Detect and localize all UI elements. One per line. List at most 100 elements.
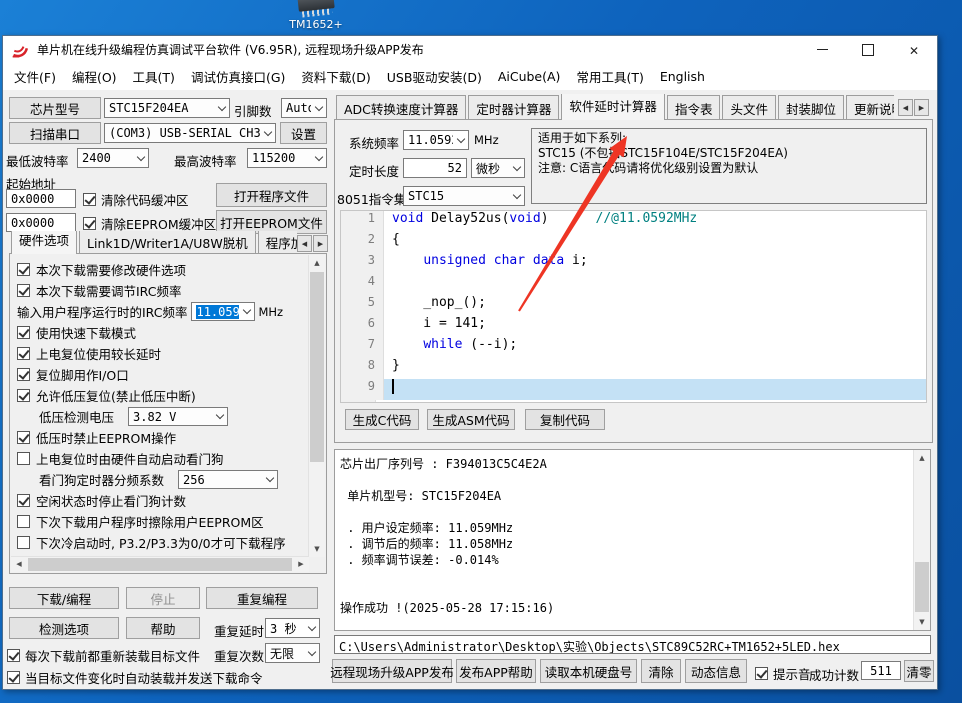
reset-count-button[interactable]: 清零: [904, 660, 934, 682]
menu-downloads[interactable]: 资料下载(D): [293, 63, 378, 90]
code-editor[interactable]: 1 void Delay52us(void) //@11.0592MHz 2{3 u…: [340, 210, 927, 403]
clear-log-button[interactable]: 清除: [641, 659, 681, 683]
option-combo[interactable]: 256: [178, 470, 279, 489]
option-modify-hw[interactable]: 本次下载需要修改硬件选项: [17, 259, 306, 280]
open-program-file-button[interactable]: 打开程序文件: [216, 183, 327, 207]
option-erase-eeprom-next[interactable]: 下次下载用户程序时擦除用户EEPROM区: [17, 511, 306, 532]
delay-length-input[interactable]: 52: [403, 158, 467, 178]
code-start-address-input[interactable]: 0x0000: [6, 189, 76, 208]
scroll-right-icon[interactable]: [293, 556, 309, 572]
copy-code-button[interactable]: 复制代码: [525, 409, 605, 430]
tab-hardware-options[interactable]: 硬件选项: [11, 231, 78, 254]
left-tabs-scroll-right-icon[interactable]: [313, 235, 328, 252]
instruction-set-combo[interactable]: STC15: [403, 186, 525, 206]
option-lvd-voltage[interactable]: 低压检测电压 3.82 V: [17, 406, 306, 427]
chevron-down-icon: [133, 149, 148, 167]
options-horizontal-scrollbar[interactable]: [11, 556, 309, 572]
eeprom-start-address-input[interactable]: 0x0000: [6, 213, 76, 232]
system-freq-combo[interactable]: 11.0592: [403, 130, 469, 150]
menu-program[interactable]: 编程(O): [64, 63, 125, 90]
dynamic-info-button[interactable]: 动态信息: [685, 659, 747, 683]
operation-log-box[interactable]: 芯片出厂序列号 : F394013C5C4E2A 单片机型号: STC15F20…: [334, 449, 931, 631]
read-disk-id-button[interactable]: 读取本机硬盘号: [540, 659, 637, 683]
scroll-left-icon[interactable]: [11, 556, 27, 572]
tab-adc-calculator[interactable]: ADC转换速度计算器: [336, 95, 467, 120]
maximize-button[interactable]: [845, 36, 891, 63]
option-idle-stop-wdt[interactable]: 空闲状态时停止看门狗计数: [17, 490, 306, 511]
option-adjust-irc[interactable]: 本次下载需要调节IRC频率: [17, 280, 306, 301]
menu-aicube[interactable]: AiCube(A): [490, 65, 569, 88]
help-button[interactable]: 帮助: [126, 617, 200, 639]
clear-code-buffer-checkbox[interactable]: 清除代码缓冲区: [83, 190, 189, 209]
scrollbar-thumb[interactable]: [28, 558, 292, 571]
publish-app-help-button[interactable]: 发布APP帮助: [456, 659, 536, 683]
options-vertical-scrollbar[interactable]: [308, 255, 325, 557]
scroll-down-icon[interactable]: [309, 541, 325, 557]
target-file-path-input[interactable]: C:\Users\Administrator\Desktop\实验\Object…: [334, 635, 931, 654]
option-lv-eeprom-disable[interactable]: 低压时禁止EEPROM操作: [17, 427, 306, 448]
tab-package-pinout[interactable]: 封装脚位: [777, 95, 844, 120]
check-options-button[interactable]: 检测选项: [9, 617, 119, 639]
scroll-up-icon[interactable]: [309, 255, 325, 271]
scroll-up-icon[interactable]: [914, 450, 930, 466]
scroll-down-icon[interactable]: [914, 614, 930, 630]
code-gutter-filler: [341, 400, 376, 402]
max-baud-combo[interactable]: 115200: [247, 148, 327, 168]
close-button[interactable]: [891, 36, 937, 63]
autoload-send-checkbox[interactable]: 当目标文件变化时自动装载并发送下载命令: [7, 668, 263, 687]
scrollbar-thumb[interactable]: [310, 272, 324, 462]
remote-upgrade-publish-button[interactable]: 远程现场升级APP发布: [330, 659, 454, 683]
port-settings-button[interactable]: 设置: [280, 122, 327, 144]
min-baud-combo[interactable]: 2400: [77, 148, 149, 168]
minimize-button[interactable]: [799, 36, 845, 63]
reload-target-checkbox[interactable]: 每次下载前都重新装载目标文件: [7, 646, 200, 665]
chevron-down-icon: [212, 408, 227, 425]
desktop-icon-tm1652[interactable]: TM1652+: [272, 0, 360, 31]
system-freq-value: 11.0592: [408, 133, 453, 147]
option-por-long-delay[interactable]: 上电复位使用较长延时: [17, 343, 306, 364]
scrollbar-thumb[interactable]: [915, 561, 929, 612]
chip-type-button[interactable]: 芯片型号: [9, 97, 101, 119]
tab-program-encrypt[interactable]: 程序加密后: [257, 231, 297, 254]
option-fast-download[interactable]: 使用快速下载模式: [17, 322, 306, 343]
success-count-input[interactable]: 511: [861, 661, 901, 680]
stop-button[interactable]: 停止: [126, 587, 200, 609]
beep-checkbox[interactable]: 提示音: [755, 664, 811, 683]
option-p32-p33-check[interactable]: 下次冷启动时, P3.2/P3.3为0/0才可下载程序: [17, 532, 306, 553]
option-lvr-enable[interactable]: 允许低压复位(禁止低压中断): [17, 385, 306, 406]
menu-tools[interactable]: 工具(T): [125, 63, 183, 90]
option-reset-as-io[interactable]: 复位脚用作I/O口: [17, 364, 306, 385]
right-tabs-scroll-left-icon[interactable]: [898, 99, 913, 116]
generate-c-code-button[interactable]: 生成C代码: [345, 409, 419, 430]
serial-port-combo[interactable]: (COM3) USB-SERIAL CH340: [104, 123, 276, 143]
option-wdt-prescaler[interactable]: 看门狗定时器分频系数 256: [17, 469, 306, 490]
pin-count-combo[interactable]: Auto: [281, 98, 327, 118]
menu-file[interactable]: 文件(F): [6, 63, 64, 90]
option-combo[interactable]: 3.82 V: [128, 407, 229, 426]
menu-debug-interface[interactable]: 调试仿真接口(G): [183, 63, 293, 90]
tab-update-notes[interactable]: 更新说明: [845, 95, 894, 120]
tab-software-delay-calculator[interactable]: 软件延时计算器: [561, 94, 665, 120]
option-hw-wdt-auto[interactable]: 上电复位时由硬件自动启动看门狗: [17, 448, 306, 469]
generate-asm-code-button[interactable]: 生成ASM代码: [427, 409, 515, 430]
option-combo[interactable]: 11.0592: [191, 302, 256, 321]
repeat-delay-combo[interactable]: 3 秒: [265, 618, 320, 638]
tab-timer-calculator[interactable]: 定时器计算器: [468, 95, 560, 120]
option-irc-freq[interactable]: 输入用户程序运行时的IRC频率 11.0592 MHz: [17, 301, 306, 322]
delay-unit-combo[interactable]: 微秒: [471, 158, 525, 178]
tab-header-files[interactable]: 头文件: [722, 95, 776, 120]
chip-type-combo[interactable]: STC15F204EA: [104, 98, 230, 118]
log-vertical-scrollbar[interactable]: [913, 450, 930, 630]
download-program-button[interactable]: 下载/编程: [9, 587, 119, 609]
left-tabs-scroll-left-icon[interactable]: [297, 235, 312, 252]
repeat-program-button[interactable]: 重复编程: [206, 587, 318, 609]
tab-offline-download[interactable]: Link1D/Writer1A/U8W脱机: [79, 231, 256, 254]
delay-unit-value: 微秒: [476, 161, 501, 176]
menu-english[interactable]: English: [652, 65, 713, 88]
tab-instruction-table[interactable]: 指令表: [666, 95, 721, 120]
menu-usb-driver[interactable]: USB驱动安装(D): [379, 63, 490, 90]
right-tabs-scroll-right-icon[interactable]: [914, 99, 929, 116]
menu-common-tools[interactable]: 常用工具(T): [568, 63, 651, 90]
scan-port-button[interactable]: 扫描串口: [9, 122, 101, 144]
repeat-count-combo[interactable]: 无限: [265, 643, 320, 663]
